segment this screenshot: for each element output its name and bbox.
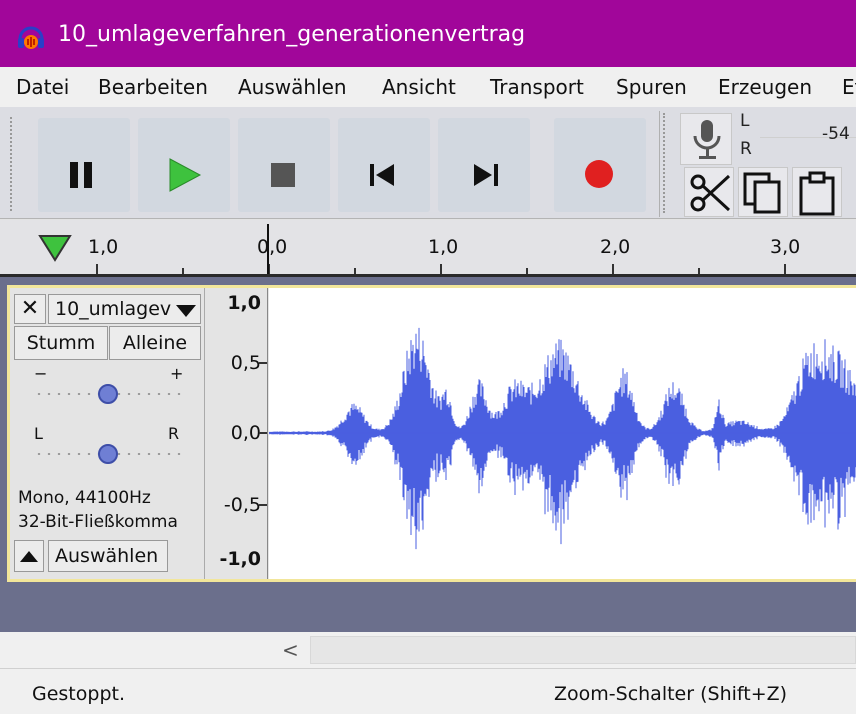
ruler-tick	[784, 264, 786, 274]
dropdown-arrow-icon	[176, 305, 196, 317]
ruler-tick	[612, 264, 614, 274]
menu-spuren[interactable]: Spuren	[616, 75, 687, 99]
ruler-label: 1,0	[428, 236, 459, 258]
vruler-label: 0,0	[230, 422, 261, 444]
skip-to-start-button[interactable]	[338, 118, 430, 212]
vruler-label: -0,5	[223, 494, 261, 516]
select-track-button[interactable]: Auswählen	[48, 540, 168, 572]
audacity-window: 10_umlageverfahren_generationenvertrag D…	[0, 0, 856, 714]
menu-auswaehlen[interactable]: Auswählen	[238, 75, 347, 99]
ruler-tick	[526, 268, 528, 274]
cut-button[interactable]	[684, 167, 734, 217]
horizontal-scrollbar[interactable]: <	[0, 632, 856, 668]
ruler-label: 0,0	[257, 236, 288, 258]
vertical-ruler[interactable]: 1,0 0,5 0,0 -0,5 -1,0	[206, 288, 268, 579]
ruler-tick	[440, 264, 442, 274]
scroll-left-arrow-icon[interactable]: <	[282, 638, 299, 662]
play-icon	[169, 158, 202, 192]
menu-effekte[interactable]: Ef	[842, 75, 856, 99]
collapse-track-button[interactable]	[14, 540, 44, 572]
gain-minus-label: −	[34, 364, 48, 383]
menu-bar: Datei Bearbeiten Auswählen Ansicht Trans…	[0, 67, 856, 107]
timeline-ruler[interactable]: 1,0 0,0 1,0 2,0 3,0	[0, 220, 856, 277]
ruler-label: 2,0	[600, 236, 631, 258]
toolbar-grip[interactable]	[10, 117, 18, 211]
audacity-logo-icon	[18, 26, 44, 49]
status-text: Gestoppt.	[32, 683, 125, 705]
pause-icon	[70, 162, 92, 188]
meter-scale-value: -54	[822, 124, 850, 144]
toolbar-grip-2[interactable]	[663, 113, 665, 213]
gain-plus-label: +	[170, 364, 184, 383]
microphone-icon	[693, 120, 721, 159]
skip-to-end-icon	[474, 164, 498, 186]
pan-slider-thumb[interactable]	[98, 444, 118, 464]
ruler-tick	[96, 264, 98, 274]
scroll-track[interactable]	[310, 636, 856, 664]
copy-icon	[743, 172, 781, 214]
paste-icon	[799, 171, 835, 216]
mute-button[interactable]: Stumm	[14, 326, 108, 360]
vruler-tick	[259, 432, 267, 434]
waveform	[269, 327, 856, 550]
skip-to-start-icon	[370, 164, 394, 186]
play-head-icon[interactable]	[38, 232, 74, 266]
play-button[interactable]	[138, 118, 230, 212]
ruler-tick	[182, 268, 184, 274]
record-meter-button[interactable]	[680, 113, 732, 165]
pan-left-label: L	[34, 424, 43, 443]
audio-track[interactable]: ✕ 10_umlagev Stumm Alleine − + L R Mono,…	[7, 285, 856, 582]
track-control-panel: ✕ 10_umlagev Stumm Alleine − + L R Mono,…	[10, 288, 205, 579]
stop-icon	[271, 163, 295, 187]
waveform-path	[269, 327, 856, 550]
title-bar: 10_umlageverfahren_generationenvertrag	[0, 0, 856, 67]
vruler-label: -1,0	[219, 548, 261, 570]
vruler-tick	[259, 362, 267, 364]
menu-datei[interactable]: Datei	[16, 75, 69, 99]
vruler-label: 0,5	[230, 352, 261, 374]
menu-transport[interactable]: Transport	[490, 75, 584, 99]
status-hint: Zoom-Schalter (Shift+Z)	[554, 683, 788, 705]
paste-button[interactable]	[792, 167, 842, 217]
vruler-tick	[259, 504, 267, 506]
record-icon	[585, 160, 613, 188]
track-format-info: Mono, 44100Hz	[18, 488, 151, 508]
skip-to-end-button[interactable]	[438, 118, 530, 212]
toolbar-separator	[659, 111, 660, 217]
vruler-label: 1,0	[227, 292, 261, 314]
pan-right-label: R	[168, 424, 180, 443]
meter-right-label: R	[740, 139, 752, 159]
stop-button[interactable]	[238, 118, 330, 212]
transport-toolbar: L R -54	[0, 107, 856, 219]
track-name: 10_umlagev	[55, 298, 172, 320]
track-close-button[interactable]: ✕	[14, 294, 46, 324]
menu-erzeugen[interactable]: Erzeugen	[718, 75, 812, 99]
menu-bearbeiten[interactable]: Bearbeiten	[98, 75, 208, 99]
gain-slider-thumb[interactable]	[98, 384, 118, 404]
solo-button[interactable]: Alleine	[109, 326, 201, 360]
pause-button[interactable]	[38, 118, 130, 212]
meter-left-label: L	[740, 111, 750, 131]
ruler-label: 1,0	[88, 236, 119, 258]
record-button[interactable]	[554, 118, 646, 212]
track-sample-format: 32-Bit-Fließkomma	[18, 512, 178, 532]
menu-ansicht[interactable]: Ansicht	[382, 75, 456, 99]
ruler-tick	[698, 268, 700, 274]
copy-button[interactable]	[738, 167, 788, 217]
window-title: 10_umlageverfahren_generationenvertrag	[58, 22, 526, 47]
ruler-label: 3,0	[770, 236, 801, 258]
ruler-tick	[354, 268, 356, 274]
track-name-menu[interactable]: 10_umlagev	[48, 294, 201, 324]
status-bar: Gestoppt. Zoom-Schalter (Shift+Z)	[0, 668, 856, 714]
cursor-line	[267, 224, 269, 274]
scissors-icon	[690, 174, 731, 212]
waveform-area[interactable]	[269, 288, 856, 579]
